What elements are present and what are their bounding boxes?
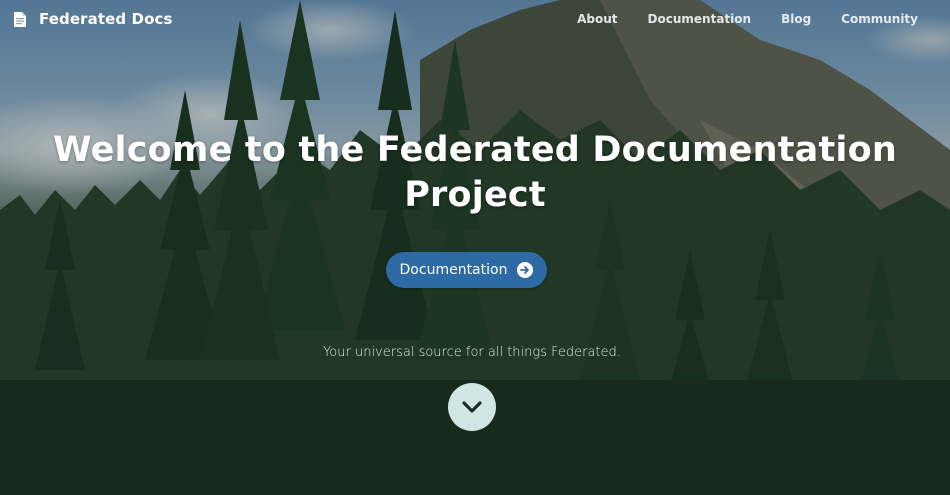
tagline: Your universal source for all things Fed… [323,345,621,360]
nav-link-community[interactable]: Community [841,12,918,26]
brand-link[interactable]: Federated Docs [14,10,173,28]
nav-link-about[interactable]: About [577,12,617,26]
nav-link-documentation[interactable]: Documentation [648,12,752,26]
nav-link-blog[interactable]: Blog [781,12,811,26]
brand-name: Federated Docs [39,10,173,28]
nav-menu: About Documentation Blog Community [547,12,918,26]
scroll-down-button[interactable] [448,383,496,431]
page-title: Welcome to the Federated Documentation P… [53,130,897,215]
documentation-button[interactable]: Documentation [386,252,547,288]
arrow-right-circle-icon [517,262,534,278]
documentation-button-label: Documentation [399,262,508,278]
top-navbar: Federated Docs About Documentation Blog … [0,0,950,38]
document-icon [14,11,26,27]
chevron-down-icon [462,401,482,413]
